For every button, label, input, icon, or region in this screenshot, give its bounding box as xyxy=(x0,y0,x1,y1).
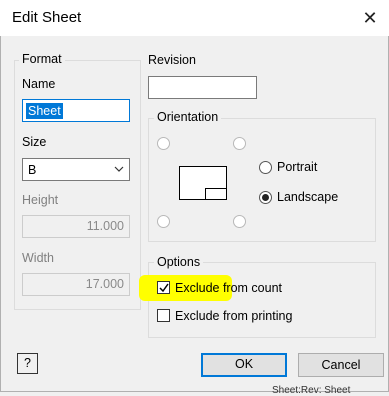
name-label: Name xyxy=(22,77,56,91)
size-dropdown[interactable]: B xyxy=(22,158,130,181)
width-field: 17.000 xyxy=(22,273,130,296)
close-icon[interactable]: ✕ xyxy=(358,6,382,30)
window-title: Edit Sheet xyxy=(12,9,82,26)
options-group-label: Options xyxy=(154,255,204,269)
portrait-radio[interactable] xyxy=(259,161,272,174)
corner-top-right-radio[interactable] xyxy=(233,137,246,150)
background-sheet-label: Sheet:Rev: Sheet xyxy=(272,385,351,396)
landscape-label[interactable]: Landscape xyxy=(277,190,338,204)
cancel-button[interactable]: Cancel xyxy=(298,353,384,377)
format-group-label: Format xyxy=(19,52,65,66)
landscape-radio[interactable] xyxy=(259,191,272,204)
exclude-from-count-label[interactable]: Exclude from count xyxy=(175,281,282,295)
height-field: 11.000 xyxy=(22,215,130,238)
corner-bottom-right-radio[interactable] xyxy=(233,215,246,228)
exclude-from-count-checkbox[interactable] xyxy=(157,281,170,294)
width-label: Width xyxy=(22,251,54,265)
sheet-preview xyxy=(179,166,227,200)
size-label: Size xyxy=(22,135,47,149)
size-dropdown-value: B xyxy=(28,163,37,177)
orientation-group-label: Orientation xyxy=(154,110,222,124)
name-field-value: Sheet xyxy=(26,103,63,119)
portrait-label[interactable]: Portrait xyxy=(277,160,317,174)
revision-field[interactable] xyxy=(148,76,257,99)
exclude-from-printing-checkbox[interactable] xyxy=(157,309,170,322)
ok-button[interactable]: OK xyxy=(201,353,287,377)
checkmark-icon xyxy=(159,283,169,293)
chevron-down-icon xyxy=(114,162,124,179)
name-field[interactable]: Sheet xyxy=(22,99,130,122)
landscape-radio-selected-dot xyxy=(262,194,269,201)
revision-label: Revision xyxy=(148,53,196,67)
title-block-preview xyxy=(205,188,226,199)
height-label: Height xyxy=(22,193,59,207)
exclude-from-printing-label[interactable]: Exclude from printing xyxy=(175,309,292,323)
help-button[interactable]: ? xyxy=(17,353,38,374)
help-icon: ? xyxy=(24,356,31,370)
corner-bottom-left-radio[interactable] xyxy=(157,215,170,228)
corner-top-left-radio[interactable] xyxy=(157,137,170,150)
